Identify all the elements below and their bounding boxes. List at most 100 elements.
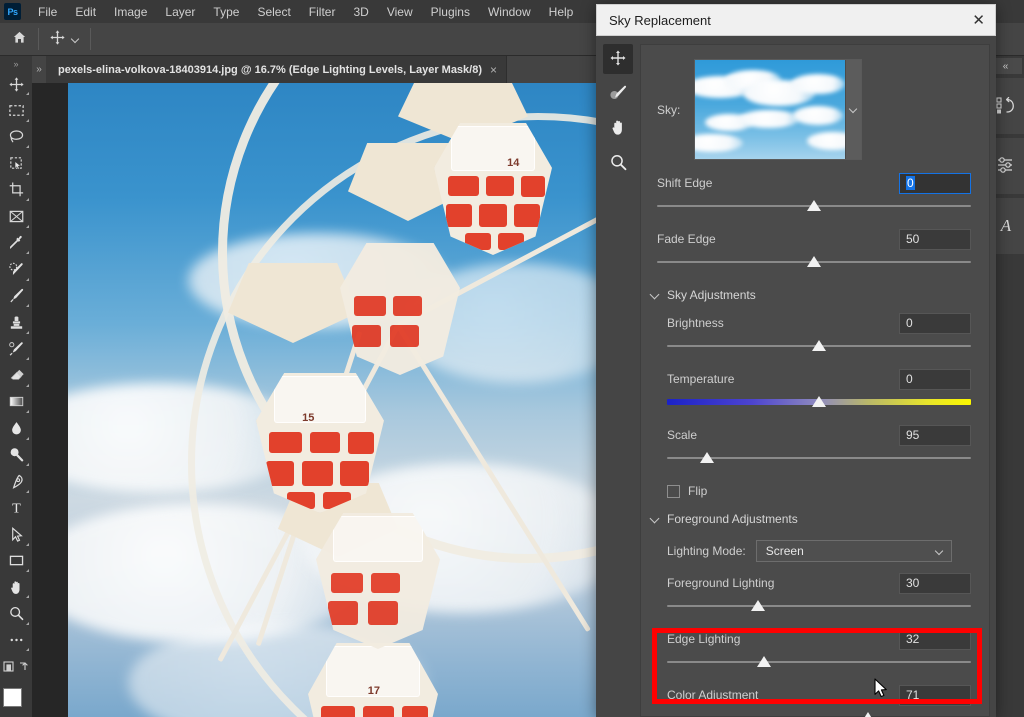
brightness-slider[interactable] [667, 340, 971, 358]
slider-thumb[interactable] [860, 712, 875, 717]
menu-window[interactable]: Window [479, 2, 540, 22]
edge-lighting-slider[interactable] [667, 656, 971, 674]
eyedropper-tool[interactable] [1, 230, 31, 256]
sky-adjustments-section-header[interactable]: Sky Adjustments [651, 288, 971, 302]
gradient-tool[interactable] [1, 389, 31, 415]
brightness-input[interactable]: 0 [899, 312, 971, 334]
dialog-tool-strip [596, 36, 640, 717]
slider-thumb[interactable] [699, 452, 714, 463]
clone-stamp-tool[interactable] [1, 309, 31, 335]
dialog-hand-tool[interactable] [603, 114, 633, 144]
edit-toolbar-button[interactable] [1, 627, 31, 653]
toolbar-drag-handle[interactable]: » [3, 58, 29, 71]
pen-tool[interactable] [1, 468, 31, 494]
menu-3d[interactable]: 3D [344, 2, 377, 22]
move-icon [8, 76, 25, 93]
zoom-tool[interactable] [1, 600, 31, 626]
history-brush-tool[interactable] [1, 336, 31, 362]
blur-tool[interactable] [1, 415, 31, 441]
active-tool-preset[interactable] [39, 23, 90, 56]
menu-view[interactable]: View [378, 2, 422, 22]
lighting-mode-select[interactable]: Screen [755, 540, 952, 562]
scale-slider[interactable] [667, 452, 971, 470]
foreground-adjustments-group: Lighting Mode: Screen Foreground Lightin… [657, 540, 971, 717]
close-icon[interactable]: ✕ [972, 13, 985, 28]
ellipsis-icon [8, 636, 25, 644]
color-adjustment-input[interactable]: 71 [899, 684, 971, 706]
gondola-pane [401, 706, 428, 717]
path-selection-tool[interactable] [1, 521, 31, 547]
eraser-tool[interactable] [1, 362, 31, 388]
menu-plugins[interactable]: Plugins [422, 2, 479, 22]
fade-edge-slider[interactable] [657, 256, 971, 274]
hand-tool[interactable] [1, 574, 31, 600]
foreground-adjustments-section-header[interactable]: Foreground Adjustments [651, 512, 971, 526]
slider-thumb[interactable] [751, 600, 766, 611]
chevron-down-icon[interactable] [71, 35, 80, 44]
tab-scroll-handle[interactable]: » [32, 56, 46, 83]
slider-thumb[interactable] [812, 340, 826, 351]
foreground-color-swatch[interactable] [3, 687, 22, 707]
menu-help[interactable]: Help [540, 2, 583, 22]
slider-thumb[interactable] [807, 256, 821, 267]
menu-type[interactable]: Type [204, 2, 248, 22]
sky-preview-thumbnail[interactable] [695, 60, 846, 159]
sky-preset-picker[interactable] [694, 59, 863, 160]
gondola-pane [330, 572, 364, 594]
scale-input[interactable]: 95 [899, 424, 971, 446]
color-adjustment-slider[interactable] [667, 712, 971, 717]
menu-filter[interactable]: Filter [300, 2, 345, 22]
scale-label: Scale [667, 428, 698, 442]
home-button[interactable] [0, 23, 38, 56]
type-tool[interactable]: T [1, 495, 31, 521]
shift-edge-slider[interactable] [657, 200, 971, 218]
sky-replacement-dialog[interactable]: Sky Replacement ✕ Sky: Shift Edge 0 Fade… [596, 4, 996, 717]
color-swatches[interactable] [1, 686, 32, 717]
slider-thumb[interactable] [807, 200, 821, 211]
shift-edge-input[interactable]: 0 [899, 172, 971, 194]
document-tab[interactable]: pexels-elina-volkova-18403914.jpg @ 16.7… [46, 56, 508, 83]
gondola-pane [302, 461, 333, 487]
frame-tool[interactable] [1, 203, 31, 229]
rectangle-tool[interactable] [1, 548, 31, 574]
temperature-label: Temperature [667, 372, 735, 386]
gondola [340, 243, 460, 375]
cloud-shape [791, 74, 846, 94]
object-selection-tool[interactable] [1, 150, 31, 176]
flip-row[interactable]: Flip [667, 484, 971, 498]
temperature-input[interactable]: 0 [899, 368, 971, 390]
document-image[interactable]: 14 15 17 [68, 83, 603, 717]
menu-edit[interactable]: Edit [66, 2, 105, 22]
lighting-mode-label: Lighting Mode: [667, 544, 746, 558]
dodge-tool[interactable] [1, 442, 31, 468]
menu-file[interactable]: File [29, 2, 66, 22]
menu-select[interactable]: Select [248, 2, 299, 22]
foreground-lighting-slider[interactable] [667, 600, 971, 618]
menu-image[interactable]: Image [105, 2, 156, 22]
flip-checkbox[interactable] [667, 484, 680, 498]
sky-preset-dropdown[interactable] [845, 60, 862, 159]
slider-thumb[interactable] [757, 656, 772, 667]
dialog-move-tool[interactable] [603, 44, 633, 74]
gondola-pane [348, 431, 374, 455]
dialog-title-bar[interactable]: Sky Replacement ✕ [596, 4, 996, 36]
brush-tool[interactable] [1, 283, 31, 309]
dialog-zoom-tool[interactable] [603, 149, 633, 179]
dialog-sky-brush-tool[interactable] [603, 79, 633, 109]
temperature-slider[interactable] [667, 396, 971, 414]
lasso-tool[interactable] [1, 124, 31, 150]
close-icon[interactable]: × [490, 63, 497, 77]
lighting-mode-row: Lighting Mode: Screen [667, 540, 971, 562]
slider-thumb[interactable] [812, 396, 826, 407]
rectangular-marquee-tool[interactable] [1, 97, 31, 123]
fade-edge-input[interactable]: 50 [899, 228, 971, 250]
crop-tool[interactable] [1, 177, 31, 203]
cloud-shape [793, 106, 844, 125]
move-tool[interactable] [1, 71, 31, 97]
foreground-lighting-input[interactable]: 30 [899, 572, 971, 594]
spot-healing-brush-tool[interactable] [1, 256, 31, 282]
menu-layer[interactable]: Layer [156, 2, 204, 22]
fade-edge-value: 50 [906, 232, 920, 246]
screen-mode-row[interactable] [1, 653, 31, 679]
edge-lighting-input[interactable]: 32 [899, 628, 971, 650]
